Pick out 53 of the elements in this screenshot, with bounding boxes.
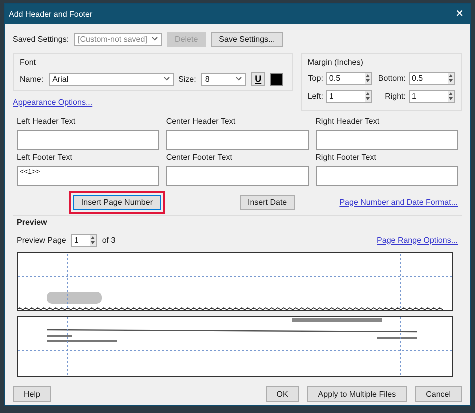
saved-settings-dropdown[interactable]: [Custom-not saved] bbox=[74, 32, 162, 46]
field-label: Right Header Text bbox=[316, 117, 381, 126]
preview-page-spin-field[interactable]: 1 bbox=[71, 234, 98, 246]
save-settings-button[interactable]: Save Settings... bbox=[211, 32, 284, 46]
apply-to-multiple-files-button[interactable]: Apply to Multiple Files bbox=[307, 386, 408, 402]
close-button[interactable]: ✕ bbox=[454, 8, 466, 20]
cancel-button[interactable]: Cancel bbox=[415, 386, 462, 402]
page-range-options-link[interactable]: Page Range Options... bbox=[377, 236, 458, 244]
field-label: Center Header Text bbox=[166, 117, 237, 126]
field-label: Right Footer Text bbox=[316, 153, 378, 162]
insert-date-button[interactable]: Insert Date bbox=[240, 194, 296, 210]
group-title: Margin (Inches) bbox=[308, 58, 364, 67]
preview-title: Preview bbox=[17, 218, 48, 227]
appearance-options-link[interactable]: Appearance Options... bbox=[13, 98, 93, 107]
group-title: Font bbox=[20, 58, 38, 67]
font-color-swatch[interactable] bbox=[270, 72, 284, 86]
field-label: Left Header Text bbox=[17, 117, 77, 126]
font-size-label: Size: bbox=[178, 74, 196, 84]
help-button[interactable]: Help bbox=[13, 386, 52, 402]
preview-page-label: Preview Page bbox=[17, 236, 66, 244]
footer-text-field[interactable] bbox=[316, 166, 458, 186]
font-name-dropdown[interactable]: Arial bbox=[48, 72, 174, 86]
field-label: Left Footer Text bbox=[17, 153, 74, 162]
insert-page-number-button[interactable]: Insert Page Number bbox=[73, 194, 161, 210]
header-text-field[interactable] bbox=[166, 130, 309, 150]
spinner-arrows-icon bbox=[365, 73, 372, 84]
margin-label: Top: bbox=[308, 74, 324, 83]
margin-label: Left: bbox=[308, 92, 324, 101]
margin-spin-field[interactable]: 1 bbox=[409, 90, 455, 103]
page-number-format-link[interactable]: Page Number and Date Format... bbox=[340, 198, 458, 206]
margin-spin-field[interactable]: 1 bbox=[326, 90, 372, 103]
page-count: of 3 bbox=[102, 236, 116, 244]
margin-label: Right: bbox=[385, 92, 406, 101]
footer-text-field[interactable] bbox=[166, 166, 309, 186]
chevron-down-icon bbox=[164, 77, 170, 81]
underline-button[interactable]: U bbox=[251, 72, 266, 86]
font-size-dropdown[interactable]: 8 bbox=[201, 72, 246, 86]
margin-spin-field[interactable]: 0.5 bbox=[326, 72, 372, 85]
margin-spin-field[interactable]: 0.5 bbox=[409, 72, 455, 85]
spinner-arrows-icon bbox=[448, 91, 454, 102]
spinner-arrows-icon bbox=[365, 91, 372, 102]
font-name-label: Name: bbox=[20, 74, 44, 84]
spinner-arrows-icon bbox=[448, 73, 454, 84]
chevron-down-icon bbox=[236, 77, 242, 81]
chevron-down-icon bbox=[152, 37, 158, 41]
header-text-field[interactable] bbox=[316, 130, 458, 150]
header-text-field[interactable] bbox=[17, 130, 160, 150]
spinner-arrows-icon bbox=[90, 234, 96, 246]
margin-label: Bottom: bbox=[378, 74, 406, 83]
saved-settings-label: Saved Settings: bbox=[13, 34, 70, 44]
window-title: Add Header and Footer bbox=[9, 10, 93, 18]
field-label: Center Footer Text bbox=[166, 153, 234, 162]
ok-button[interactable]: OK bbox=[266, 386, 300, 402]
